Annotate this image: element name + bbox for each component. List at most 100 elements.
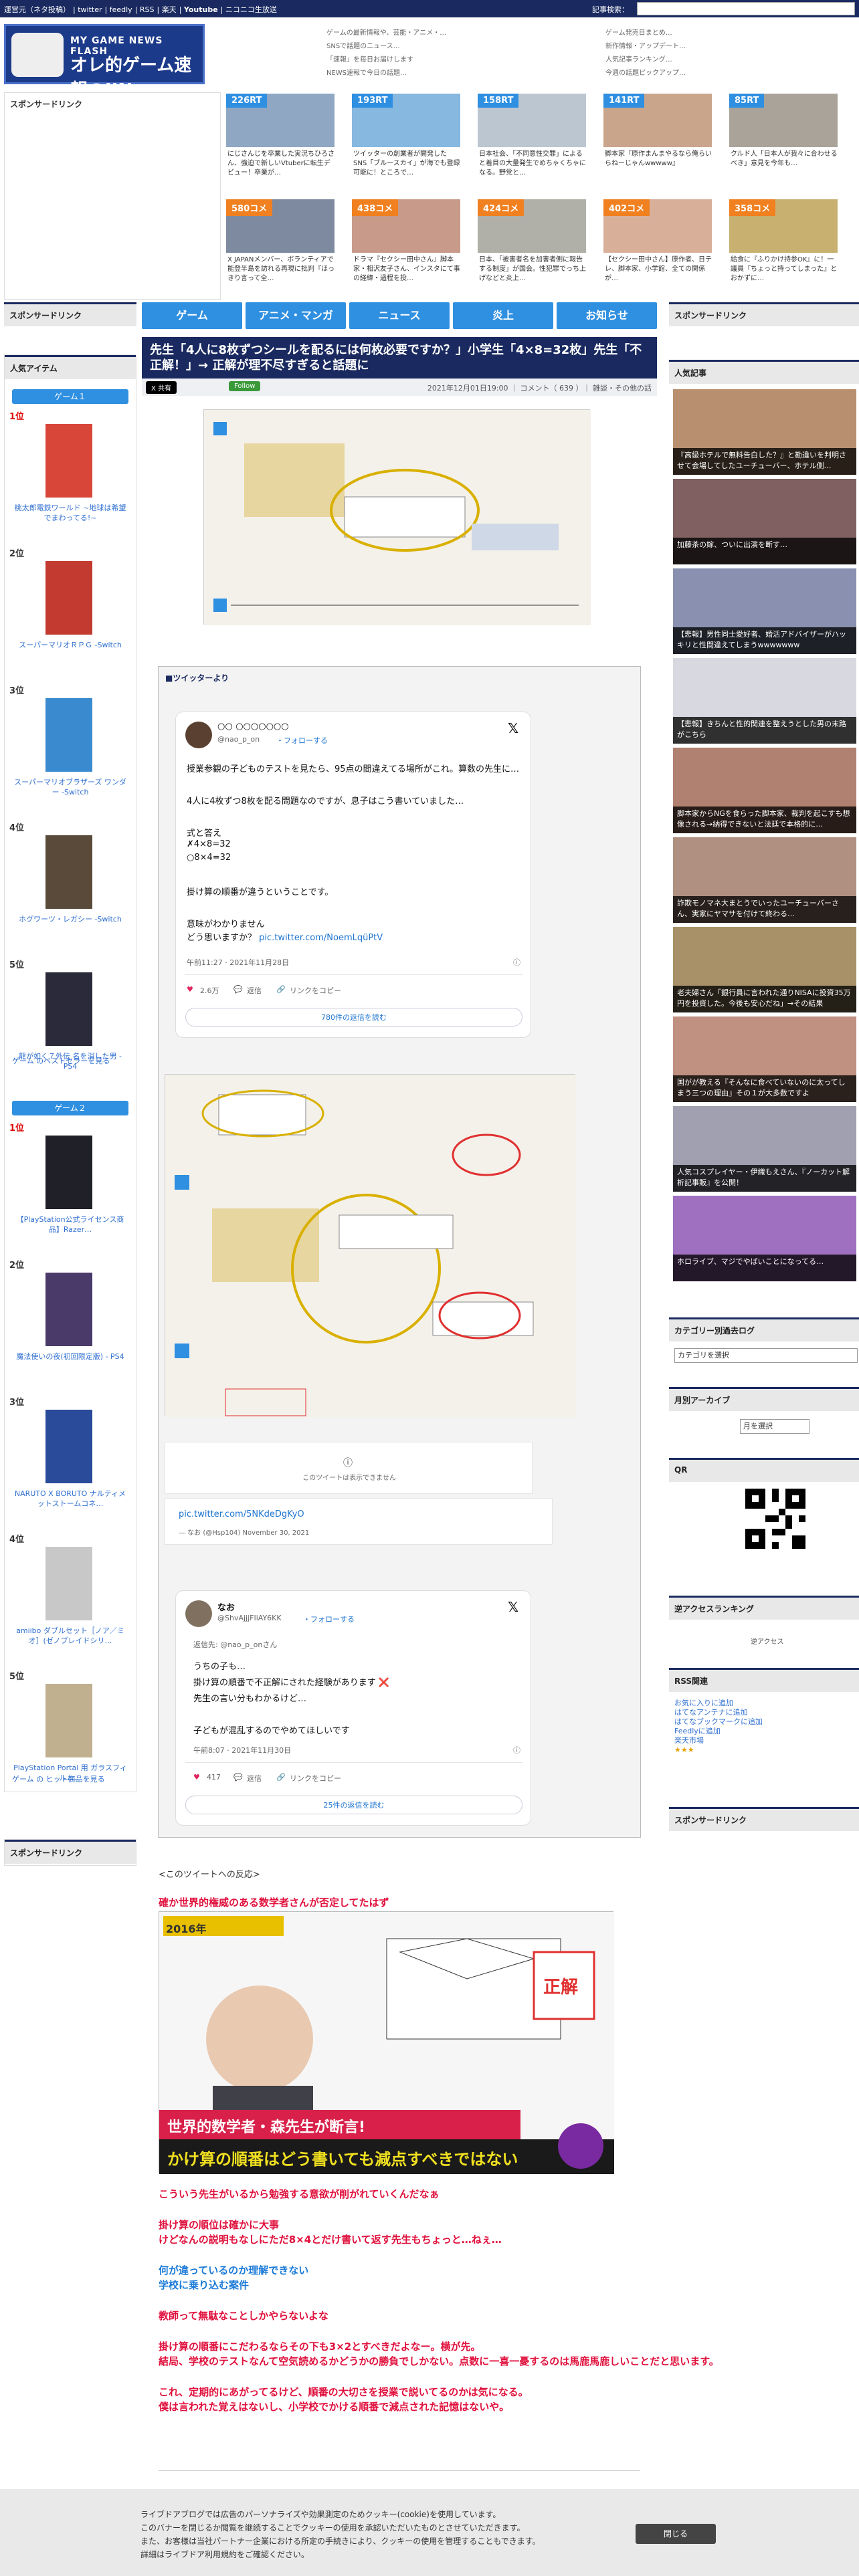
tweet-pic-link[interactable]: pic.twitter.com/NoemLqüPtV bbox=[259, 933, 383, 943]
rss-link[interactable]: はてなアンテナに追加 bbox=[674, 1708, 763, 1717]
copy-link-label[interactable]: リンクをコピー bbox=[290, 1773, 341, 1784]
rss-title[interactable]: にじさんじを卒業した実況ちひろさん、強迫で新しいVtuberに転生デビュー！卒業… bbox=[227, 150, 335, 187]
product-name[interactable]: amiibo ダブルセット［ノア／ミオ］(ゼノブレイドシリ… bbox=[12, 1626, 128, 1646]
read-replies-button[interactable]: 25件の返信を読む bbox=[185, 1796, 522, 1814]
bestseller-link[interactable]: ゲーム のベストセラーを見る bbox=[12, 1055, 110, 1066]
share-x-button[interactable]: X 共有 bbox=[146, 381, 177, 394]
like-icon[interactable]: ♥ bbox=[187, 985, 193, 994]
popular-article[interactable]: 人気コスプレイヤー・伊織もえさん、『ノーカット解析記事販』を公開！ bbox=[673, 1106, 856, 1192]
top-link[interactable]: ニコニコ生放送 bbox=[225, 5, 277, 14]
tweet-follow-link[interactable]: ・フォローする bbox=[303, 1614, 355, 1624]
rss-link[interactable]: はてなブックマークに追加 bbox=[674, 1717, 763, 1727]
header-link[interactable]: ゲームの最新情報や、芸能・アニメ・… bbox=[326, 27, 446, 40]
popular-article-title[interactable]: 【悲報】男性同士愛好者、婚活アドバイザーがハッキリと性間違えてしまうwwwwww… bbox=[673, 627, 856, 654]
popular-article[interactable]: 脚本家からNGを食らった脚本家、裁判を起こすも想像される→納得できないと法廷で本… bbox=[673, 748, 856, 833]
popular-article-title[interactable]: 老夫婦さん「銀行員に言われた通りNISAに投資35万円を投資した。今後も安心だね… bbox=[673, 986, 856, 1012]
avatar[interactable] bbox=[185, 1600, 212, 1627]
popular-article[interactable]: 『高級ホテルで無料告白した？』と勘違いを判明させて会場してしたユーチューバー、ホ… bbox=[673, 389, 856, 475]
follow-button[interactable]: Follow bbox=[229, 381, 261, 391]
rss-card[interactable]: 158RT 日本社会、「不同意性交罪」によると着目の大量発生でめちゃくちゃになる。… bbox=[478, 94, 586, 189]
popular-article[interactable]: 詐欺モノマネ大まとうでいったユーチューバーさん、実家にヤマサを付けて終わる… bbox=[673, 837, 856, 923]
ranking-tab-game2[interactable]: ゲーム２ bbox=[12, 1101, 128, 1115]
tweet-card-1[interactable]: ○○ ○○○○○○○ @nao_p_on ・フォローする 𝕏 授業参観の子どもの… bbox=[175, 712, 531, 1038]
product-name[interactable]: スーパーマリオブラザーズ ワンダー -Switch bbox=[12, 777, 128, 797]
header-link[interactable]: NEWS速報で今日の話題… bbox=[326, 67, 446, 80]
info-icon[interactable]: ⓘ bbox=[513, 957, 520, 968]
product-image[interactable] bbox=[45, 835, 92, 909]
reply-label[interactable]: 返信 bbox=[247, 985, 262, 996]
popular-article[interactable]: 老夫婦さん「銀行員に言われた通りNISAに投資35万円を投資した。今後も安心だね… bbox=[673, 927, 856, 1012]
popular-article-title[interactable]: ホロライブ、マジでやばいことになってる… bbox=[673, 1255, 856, 1281]
read-replies-button[interactable]: 780件の返信を読む bbox=[185, 1008, 522, 1027]
nav-enjou[interactable]: 炎上 bbox=[453, 302, 553, 329]
rss-card[interactable]: 226RT にじさんじを卒業した実況ちひろさん、強迫で新しいVtuberに転生デビ… bbox=[226, 94, 335, 189]
popular-article-title[interactable]: 『高級ホテルで無料告白した？』と勘違いを判明させて会場してしたユーチューバー、ホ… bbox=[673, 448, 856, 475]
avatar[interactable] bbox=[185, 722, 212, 748]
popular-article-title[interactable]: 国がが教える『そんなに食べていないのに太ってしまう三つの理由』その１が大多数です… bbox=[673, 1075, 856, 1102]
reply-label[interactable]: 返信 bbox=[247, 1773, 262, 1784]
rss-title[interactable]: ツイッターの創業者が開発したSNS「ブルースカイ」が海でも登録可能に！ところで… bbox=[353, 150, 460, 187]
rss-card[interactable]: 402コメ 【セクシー田中さん】原作者、日テレ、脚本家、小学館、全ての関係が… bbox=[603, 199, 712, 294]
header-link[interactable]: 今週の話題ピックアップ… bbox=[605, 67, 686, 80]
rss-card[interactable]: 358コメ 給食に『ふりかけ持参OK』に！一議員『ちょっと持ってしまった』とおかず… bbox=[729, 199, 838, 294]
nav-game[interactable]: ゲーム bbox=[142, 302, 242, 329]
popular-article[interactable]: 加藤茶の嫁、ついに出演を断す… bbox=[673, 479, 856, 564]
tweet-author-handle[interactable]: @ShvAjjjFIiAY6KK bbox=[217, 1614, 282, 1622]
category-select[interactable]: カテゴリを選択 bbox=[674, 1348, 858, 1363]
ranking-tab-game1[interactable]: ゲーム１ bbox=[12, 389, 128, 404]
tweet-timestamp[interactable]: 午前11:27 · 2021年11月28日 bbox=[187, 957, 289, 968]
rss-link[interactable]: Feedlyに追加 bbox=[674, 1727, 763, 1736]
popular-article[interactable]: ホロライブ、マジでやばいことになってる… bbox=[673, 1196, 856, 1281]
product-image[interactable] bbox=[45, 1410, 92, 1483]
header-link[interactable]: SNSで話題のニュース… bbox=[326, 40, 446, 53]
product-name[interactable]: NARUTO X BORUTO ナルティメットストームコネ… bbox=[12, 1489, 128, 1509]
nav-notice[interactable]: お知らせ bbox=[557, 302, 657, 329]
rss-title[interactable]: 日本、「被害者名を加害者側に報告する制度」が国会。性犯罪でっち上げなどと炎上… bbox=[479, 255, 586, 293]
product-image[interactable] bbox=[45, 424, 92, 498]
reply-to[interactable]: 返信先: @nao_p_onさん bbox=[193, 1639, 277, 1650]
rss-card[interactable]: 438コメ ドラマ『セクシー田中さん』脚本家・相沢友子さん、インスタにて事の経緯・… bbox=[352, 199, 460, 294]
nav-news[interactable]: ニュース bbox=[349, 302, 450, 329]
tweet-follow-link[interactable]: ・フォローする bbox=[276, 735, 328, 746]
header-link[interactable]: 新作情報・アップデート… bbox=[605, 40, 686, 53]
link-icon[interactable]: 🔗 bbox=[276, 985, 286, 994]
tweet-timestamp[interactable]: 午前8:07 · 2021年11月30日 bbox=[193, 1745, 291, 1755]
product-image[interactable] bbox=[45, 561, 92, 635]
rss-card[interactable]: 141RT 脚本家『原作まんまやるなら俺らいらねーじゃんwwwww』 bbox=[603, 94, 712, 189]
search-input[interactable] bbox=[637, 2, 855, 15]
popular-article-title[interactable]: 詐欺モノマネ大まとうでいったユーチューバーさん、実家にヤマサを付けて終わる… bbox=[673, 896, 856, 923]
product-name[interactable]: 【PlayStation公式ライセンス商品】Razer… bbox=[12, 1214, 128, 1235]
tweet-author-name[interactable]: なお bbox=[217, 1600, 235, 1613]
rss-title[interactable]: ドラマ『セクシー田中さん』脚本家・相沢友子さん、インスタにて事の経緯・過程を投… bbox=[353, 255, 460, 293]
tweet-author-name[interactable]: ○○ ○○○○○○○ bbox=[217, 722, 289, 732]
link-icon[interactable]: 🔗 bbox=[276, 1773, 286, 1782]
top-link[interactable]: Youtube bbox=[184, 5, 218, 14]
rss-card[interactable]: 580コメ X JAPANメンバー、ボランティアで能登半島を訪れる再現に批判『ほっ… bbox=[226, 199, 335, 294]
top-link[interactable]: 楽天 bbox=[162, 5, 177, 14]
like-icon[interactable]: ♥ bbox=[193, 1773, 200, 1782]
cookie-close-button[interactable]: 閉じる bbox=[636, 2524, 716, 2544]
product-name[interactable]: ホグワーツ・レガシー -Switch bbox=[12, 914, 128, 924]
rss-title[interactable]: 日本社会、「不同意性交罪」によると着目の大量発生でめちゃくちゃになる。野党と… bbox=[479, 150, 586, 187]
rss-link[interactable]: お気に入りに追加 bbox=[674, 1699, 763, 1708]
product-name[interactable]: スーパーマリオＲＰＧ -Switch bbox=[12, 640, 128, 650]
product-image[interactable] bbox=[45, 1684, 92, 1757]
top-link[interactable]: RSS bbox=[140, 5, 155, 14]
archive-select[interactable]: 月を選択 bbox=[740, 1419, 809, 1434]
nav-anime-manga[interactable]: アニメ・マンガ bbox=[246, 302, 346, 329]
rss-title[interactable]: クルド人「日本人が我々に合わせるべき」意見を今年も… bbox=[731, 150, 838, 187]
product-name[interactable]: 桃太郎電鉄ワールド ~地球は希望でまわってる!~ bbox=[12, 503, 128, 523]
reply-icon[interactable]: 💬 bbox=[233, 985, 243, 994]
rss-link[interactable]: 楽天市場 bbox=[674, 1736, 763, 1745]
copy-link-label[interactable]: リンクをコピー bbox=[290, 985, 341, 996]
header-link[interactable]: 人気記事ランキング… bbox=[605, 53, 686, 67]
x-logo-icon[interactable]: 𝕏 bbox=[508, 1599, 518, 1615]
rss-card[interactable]: 193RT ツイッターの創業者が開発したSNS「ブルースカイ」が海でも登録可能に！… bbox=[352, 94, 460, 189]
popular-article-title[interactable]: 【悲報】きちんと性的関連を整えうとした男の末路がこちら bbox=[673, 717, 856, 744]
bestseller-link[interactable]: ゲーム の ヒット商品を見る bbox=[12, 1774, 105, 1784]
popular-article-title[interactable]: 人気コスプレイヤー・伊織もえさん、『ノーカット解析記事販』を公開！ bbox=[673, 1165, 856, 1192]
info-icon[interactable]: ⓘ bbox=[513, 1745, 520, 1755]
popular-article[interactable]: 【悲報】男性同士愛好者、婚活アドバイザーがハッキリと性間違えてしまうwwwwww… bbox=[673, 568, 856, 654]
rss-title[interactable]: 給食に『ふりかけ持参OK』に！一議員『ちょっと持ってしまった』とおかずに… bbox=[731, 255, 838, 293]
product-image[interactable] bbox=[45, 1547, 92, 1620]
